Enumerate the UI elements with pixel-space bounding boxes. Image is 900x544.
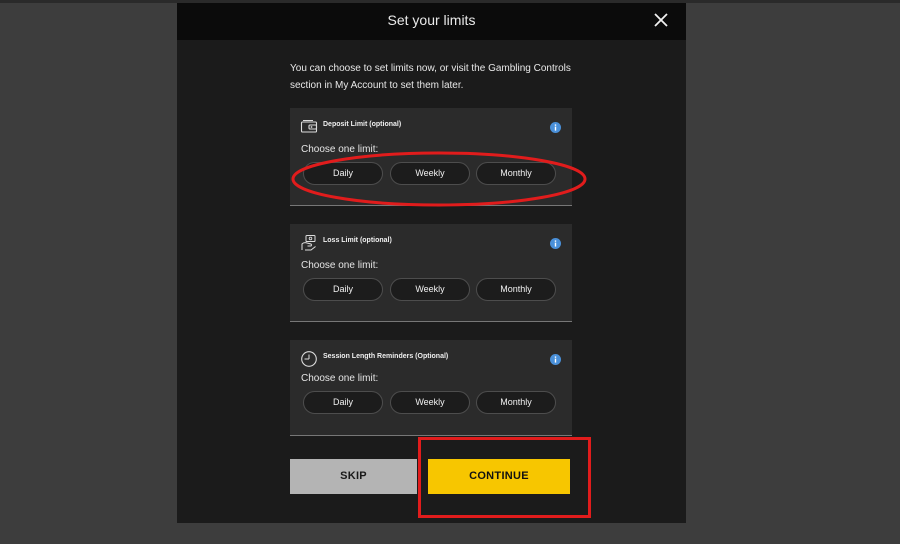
info-icon[interactable] bbox=[550, 354, 561, 365]
session-reminder-card: Session Length Reminders (Optional) Choo… bbox=[290, 340, 572, 436]
wallet-icon bbox=[300, 118, 318, 136]
session-reminder-title: Session Length Reminders (Optional) bbox=[323, 353, 449, 360]
close-icon bbox=[654, 13, 668, 27]
skip-button[interactable]: SKIP bbox=[290, 459, 417, 494]
session-weekly-button[interactable]: Weekly bbox=[390, 391, 470, 414]
deposit-limit-title: Deposit Limit (optional) bbox=[323, 121, 402, 128]
deposit-monthly-button[interactable]: Monthly bbox=[476, 162, 556, 185]
intro-line-2: section in My Account to set them later. bbox=[290, 80, 464, 91]
session-reminder-options: Daily Weekly Monthly bbox=[303, 391, 559, 414]
choose-limit-label: Choose one limit: bbox=[301, 260, 379, 271]
loss-monthly-button[interactable]: Monthly bbox=[476, 278, 556, 301]
choose-limit-label: Choose one limit: bbox=[301, 144, 379, 155]
clock-icon bbox=[300, 350, 318, 368]
close-button[interactable] bbox=[652, 11, 670, 29]
deposit-daily-button[interactable]: Daily bbox=[303, 162, 383, 185]
session-monthly-button[interactable]: Monthly bbox=[476, 391, 556, 414]
loss-limit-options: Daily Weekly Monthly bbox=[303, 278, 559, 301]
choose-limit-label: Choose one limit: bbox=[301, 373, 379, 384]
intro-line-1: You can choose to set limits now, or vis… bbox=[290, 63, 571, 74]
info-icon[interactable] bbox=[550, 122, 561, 133]
info-icon[interactable] bbox=[550, 238, 561, 249]
modal-header: Set your limits bbox=[177, 3, 686, 40]
money-hand-icon bbox=[300, 234, 318, 252]
deposit-limit-options: Daily Weekly Monthly bbox=[303, 162, 559, 185]
deposit-weekly-button[interactable]: Weekly bbox=[390, 162, 470, 185]
loss-weekly-button[interactable]: Weekly bbox=[390, 278, 470, 301]
modal-title: Set your limits bbox=[387, 12, 476, 28]
deposit-limit-card: Deposit Limit (optional) Choose one limi… bbox=[290, 108, 572, 206]
intro-text: You can choose to set limits now, or vis… bbox=[290, 60, 590, 94]
loss-limit-title: Loss Limit (optional) bbox=[323, 237, 392, 244]
page-background: Set your limits You can choose to set li… bbox=[0, 0, 900, 544]
session-daily-button[interactable]: Daily bbox=[303, 391, 383, 414]
continue-button[interactable]: CONTINUE bbox=[428, 459, 570, 494]
loss-limit-card: Loss Limit (optional) Choose one limit: … bbox=[290, 224, 572, 322]
limits-modal: Set your limits You can choose to set li… bbox=[177, 3, 686, 523]
loss-daily-button[interactable]: Daily bbox=[303, 278, 383, 301]
